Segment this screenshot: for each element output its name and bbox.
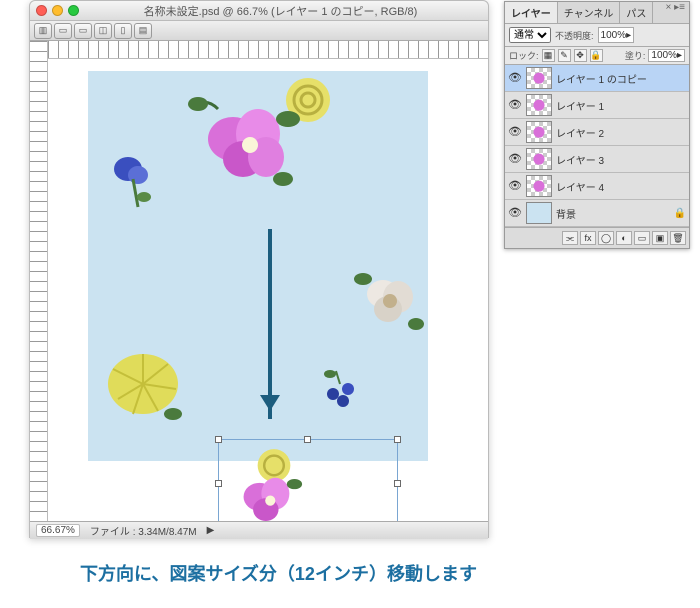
status-bar: 66.67% ファイル : 3.34M/8.47M ▶ xyxy=(30,521,488,539)
blend-mode-select[interactable]: 通常 xyxy=(509,27,551,43)
layer-row[interactable]: 👁 レイヤー 2 xyxy=(505,119,689,146)
layer-thumbnail[interactable] xyxy=(526,175,552,197)
mask-icon[interactable]: ◯ xyxy=(598,231,614,245)
lock-all-icon[interactable]: 🔒 xyxy=(590,49,603,62)
panel-menu-icon[interactable]: × ▸≡ xyxy=(662,2,689,23)
ruler-vertical[interactable] xyxy=(30,41,48,521)
tab-layers[interactable]: レイヤー xyxy=(505,2,558,23)
visibility-eye-icon[interactable]: 👁 xyxy=(508,179,522,193)
link-layers-icon[interactable]: ⫘ xyxy=(562,231,578,245)
layer-name[interactable]: レイヤー 3 xyxy=(556,152,686,167)
opacity-label: 不透明度: xyxy=(555,29,594,42)
artwork-pink-flower xyxy=(188,89,308,199)
panel-footer: ⫘ fx ◯ ◐ ▭ ▣ 🗑 xyxy=(505,227,689,248)
opacity-field[interactable]: 100% ▸ xyxy=(598,27,635,43)
layer-row[interactable]: 👁 背景 🔒 xyxy=(505,200,689,227)
layer-thumbnail[interactable] xyxy=(526,94,552,116)
layer-name[interactable]: レイヤー 1 のコピー xyxy=(556,71,686,86)
tool-option-button[interactable]: ▥ xyxy=(34,23,52,39)
tool-option-button[interactable]: ▤ xyxy=(134,23,152,39)
fill-field[interactable]: 100% ▸ xyxy=(648,49,685,62)
layer-name[interactable]: 背景 xyxy=(556,206,670,221)
lock-transparency-icon[interactable]: ▦ xyxy=(542,49,555,62)
file-info[interactable]: ファイル : 3.34M/8.47M xyxy=(90,523,197,538)
transform-handle[interactable] xyxy=(215,480,222,487)
tab-paths[interactable]: パス xyxy=(620,2,653,23)
layers-panel: レイヤー チャンネル パス × ▸≡ 通常 不透明度: 100% ▸ ロック: … xyxy=(504,1,690,249)
artwork-blue-berries xyxy=(318,369,363,414)
trash-icon[interactable]: 🗑 xyxy=(670,231,686,245)
layer-thumbnail[interactable] xyxy=(526,67,552,89)
lock-position-icon[interactable]: ✥ xyxy=(574,49,587,62)
visibility-eye-icon[interactable]: 👁 xyxy=(508,125,522,139)
artwork-blue-flower xyxy=(108,149,158,209)
transform-handle[interactable] xyxy=(394,436,401,443)
lock-paint-icon[interactable]: ✎ xyxy=(558,49,571,62)
tool-option-button[interactable]: ▭ xyxy=(74,23,92,39)
tab-channels[interactable]: チャンネル xyxy=(558,2,621,23)
lock-row: ロック: ▦ ✎ ✥ 🔒 塗り: 100% ▸ xyxy=(505,47,689,65)
canvas-area xyxy=(30,41,488,521)
window-controls xyxy=(36,5,79,16)
options-bar: ▥ ▭ ▭ ◫ ▯ ▤ xyxy=(30,21,488,41)
fill-label: 塗り: xyxy=(625,49,646,62)
group-icon[interactable]: ▭ xyxy=(634,231,650,245)
document-window: 名称未設定.psd @ 66.7% (レイヤー 1 のコピー, RGB/8) ▥… xyxy=(29,0,489,538)
visibility-eye-icon[interactable]: 👁 xyxy=(508,71,522,85)
annotation-arrow-down xyxy=(268,229,272,419)
layer-name[interactable]: レイヤー 4 xyxy=(556,179,686,194)
panel-tabs: レイヤー チャンネル パス × ▸≡ xyxy=(505,2,689,24)
visibility-eye-icon[interactable]: 👁 xyxy=(508,206,522,220)
tool-option-button[interactable]: ▯ xyxy=(114,23,132,39)
adjustment-icon[interactable]: ◐ xyxy=(616,231,632,245)
ruler-horizontal[interactable] xyxy=(48,41,488,59)
transform-handle[interactable] xyxy=(394,480,401,487)
artwork-white-flower xyxy=(348,259,428,339)
layer-thumbnail[interactable] xyxy=(526,121,552,143)
document-title: 名称未設定.psd @ 66.7% (レイヤー 1 のコピー, RGB/8) xyxy=(79,3,482,19)
lock-label: ロック: xyxy=(509,49,539,62)
transform-handle[interactable] xyxy=(304,436,311,443)
tool-option-button[interactable]: ◫ xyxy=(94,23,112,39)
layer-name[interactable]: レイヤー 1 xyxy=(556,98,686,113)
minimize-icon[interactable] xyxy=(52,5,63,16)
layer-row[interactable]: 👁 レイヤー 3 xyxy=(505,146,689,173)
artwork-yellow-chrysanthemum xyxy=(98,339,188,429)
new-layer-icon[interactable]: ▣ xyxy=(652,231,668,245)
layer-thumbnail[interactable] xyxy=(526,202,552,224)
tool-option-button[interactable]: ▭ xyxy=(54,23,72,39)
titlebar[interactable]: 名称未設定.psd @ 66.7% (レイヤー 1 のコピー, RGB/8) xyxy=(30,1,488,21)
layer-thumbnail[interactable] xyxy=(526,148,552,170)
transform-bounding-box[interactable] xyxy=(218,439,398,521)
maximize-icon[interactable] xyxy=(68,5,79,16)
transform-handle[interactable] xyxy=(215,436,222,443)
layer-name[interactable]: レイヤー 2 xyxy=(556,125,686,140)
instruction-caption: 下方向に、図案サイズ分（12インチ）移動します xyxy=(80,560,477,586)
layer-row[interactable]: 👁 レイヤー 1 xyxy=(505,92,689,119)
artwork-copy-pink xyxy=(224,465,314,521)
canvas[interactable] xyxy=(48,59,488,521)
layer-row[interactable]: 👁 レイヤー 4 xyxy=(505,173,689,200)
close-icon[interactable] xyxy=(36,5,47,16)
visibility-eye-icon[interactable]: 👁 xyxy=(508,98,522,112)
layers-list: 👁 レイヤー 1 のコピー 👁 レイヤー 1 👁 レイヤー 2 👁 レイヤー 3 👁 レイヤー 4… xyxy=(505,65,689,227)
chevron-right-icon[interactable]: ▶ xyxy=(207,525,215,536)
layer-row[interactable]: 👁 レイヤー 1 のコピー xyxy=(505,65,689,92)
panel-options-row: 通常 不透明度: 100% ▸ xyxy=(505,24,689,47)
fx-icon[interactable]: fx xyxy=(580,231,596,245)
visibility-eye-icon[interactable]: 👁 xyxy=(508,152,522,166)
lock-icon: 🔒 xyxy=(674,208,686,219)
zoom-level[interactable]: 66.67% xyxy=(36,524,80,537)
